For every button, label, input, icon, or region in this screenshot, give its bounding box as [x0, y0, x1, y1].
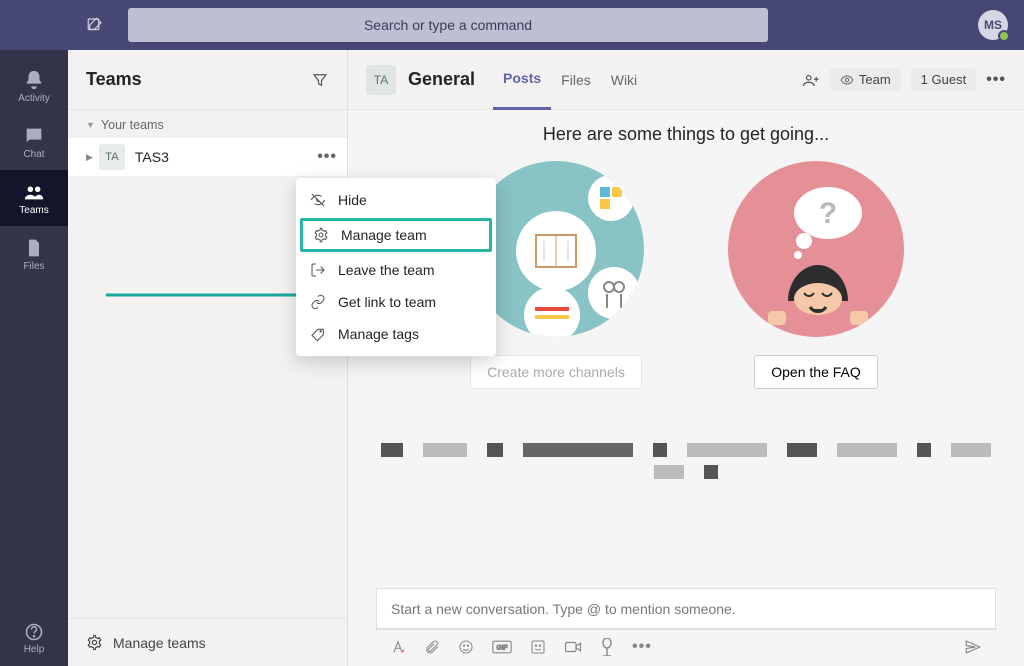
channel-badge: TA: [366, 65, 396, 95]
redacted-text: [376, 443, 996, 479]
app-rail: Activity Chat Teams Files Help: [0, 50, 68, 666]
open-faq-button[interactable]: Open the FAQ: [754, 355, 878, 389]
format-icon[interactable]: [390, 639, 406, 655]
section-label-text: Your teams: [101, 118, 164, 132]
menu-manage-team[interactable]: Manage team: [300, 218, 492, 252]
rail-activity[interactable]: Activity: [0, 58, 68, 114]
main-pane: TA General Posts Files Wiki Team 1 Guest…: [348, 50, 1024, 666]
search-input[interactable]: Search or type a command: [128, 8, 768, 42]
menu-label: Manage team: [341, 227, 427, 243]
more-icon[interactable]: •••: [632, 638, 652, 656]
presence-available-icon: [998, 30, 1010, 42]
menu-label: Hide: [338, 192, 367, 208]
channel-more-icon[interactable]: •••: [986, 71, 1006, 89]
team-row[interactable]: ▶ TA TAS3 •••: [68, 138, 347, 176]
team-badge: TA: [99, 144, 125, 170]
visibility-label: Team: [859, 72, 891, 87]
gif-icon[interactable]: GIF: [492, 639, 512, 655]
send-icon[interactable]: [964, 638, 982, 656]
rail-chat[interactable]: Chat: [0, 114, 68, 170]
more-options-icon[interactable]: •••: [317, 148, 337, 166]
visibility-team[interactable]: Team: [830, 68, 901, 91]
tab-files[interactable]: Files: [551, 50, 601, 110]
caret-right-icon: ▶: [86, 152, 93, 163]
attach-icon[interactable]: [424, 639, 440, 655]
your-teams-section[interactable]: ▼ Your teams: [68, 110, 347, 138]
rail-label: Chat: [23, 149, 44, 160]
stream-icon[interactable]: [600, 638, 614, 656]
caret-down-icon: ▼: [86, 120, 95, 130]
composer: Start a new conversation. Type @ to ment…: [376, 588, 996, 666]
left-pane: Teams ▼ Your teams ▶ TA TAS3 ••• Manage …: [68, 50, 348, 666]
team-name: TAS3: [135, 149, 317, 165]
manage-teams-button[interactable]: Manage teams: [68, 618, 347, 666]
card-faq: ? Open the FAQ: [716, 161, 916, 389]
team-context-menu: Hide Manage team Leave the team Get link…: [296, 178, 496, 356]
rail-label: Teams: [19, 205, 48, 216]
avatar[interactable]: MS: [978, 10, 1008, 40]
tab-posts[interactable]: Posts: [493, 50, 551, 110]
rail-label: Activity: [18, 93, 50, 104]
guest-label: 1 Guest: [921, 72, 967, 87]
menu-label: Get link to team: [338, 294, 436, 310]
menu-get-link[interactable]: Get link to team: [296, 286, 496, 318]
menu-label: Leave the team: [338, 262, 435, 278]
teams-title: Teams: [86, 69, 142, 90]
menu-leave-team[interactable]: Leave the team: [296, 254, 496, 286]
menu-label: Manage tags: [338, 326, 419, 342]
channel-title: General: [408, 69, 475, 90]
emoji-icon[interactable]: [458, 639, 474, 655]
tab-wiki[interactable]: Wiki: [601, 50, 647, 110]
avatar-initials: MS: [984, 18, 1002, 32]
search-placeholder: Search or type a command: [364, 17, 532, 33]
sticker-icon[interactable]: [530, 639, 546, 655]
svg-text:GIF: GIF: [496, 645, 507, 652]
meet-now-icon[interactable]: [564, 639, 582, 655]
compose-input[interactable]: Start a new conversation. Type @ to ment…: [376, 588, 996, 630]
illustration-faq-icon: ?: [728, 161, 904, 337]
rail-label: Help: [24, 644, 45, 655]
rail-files[interactable]: Files: [0, 226, 68, 282]
svg-text:?: ?: [819, 197, 837, 230]
menu-hide[interactable]: Hide: [296, 184, 496, 216]
menu-manage-tags[interactable]: Manage tags: [296, 318, 496, 350]
compose-placeholder: Start a new conversation. Type @ to ment…: [391, 601, 736, 617]
rail-teams[interactable]: Teams: [0, 170, 68, 226]
manage-team-members-icon[interactable]: [802, 71, 820, 89]
guest-count[interactable]: 1 Guest: [911, 68, 977, 91]
compose-icon[interactable]: [86, 16, 104, 34]
rail-label: Files: [23, 261, 44, 272]
titlebar: Search or type a command MS: [0, 0, 1024, 50]
channel-header: TA General Posts Files Wiki Team 1 Guest…: [348, 50, 1024, 110]
create-channels-button[interactable]: Create more channels: [470, 355, 642, 389]
rail-help[interactable]: Help: [0, 610, 68, 666]
manage-teams-label: Manage teams: [113, 635, 206, 651]
hero-title: Here are some things to get going...: [376, 124, 996, 145]
filter-icon[interactable]: [311, 71, 329, 89]
